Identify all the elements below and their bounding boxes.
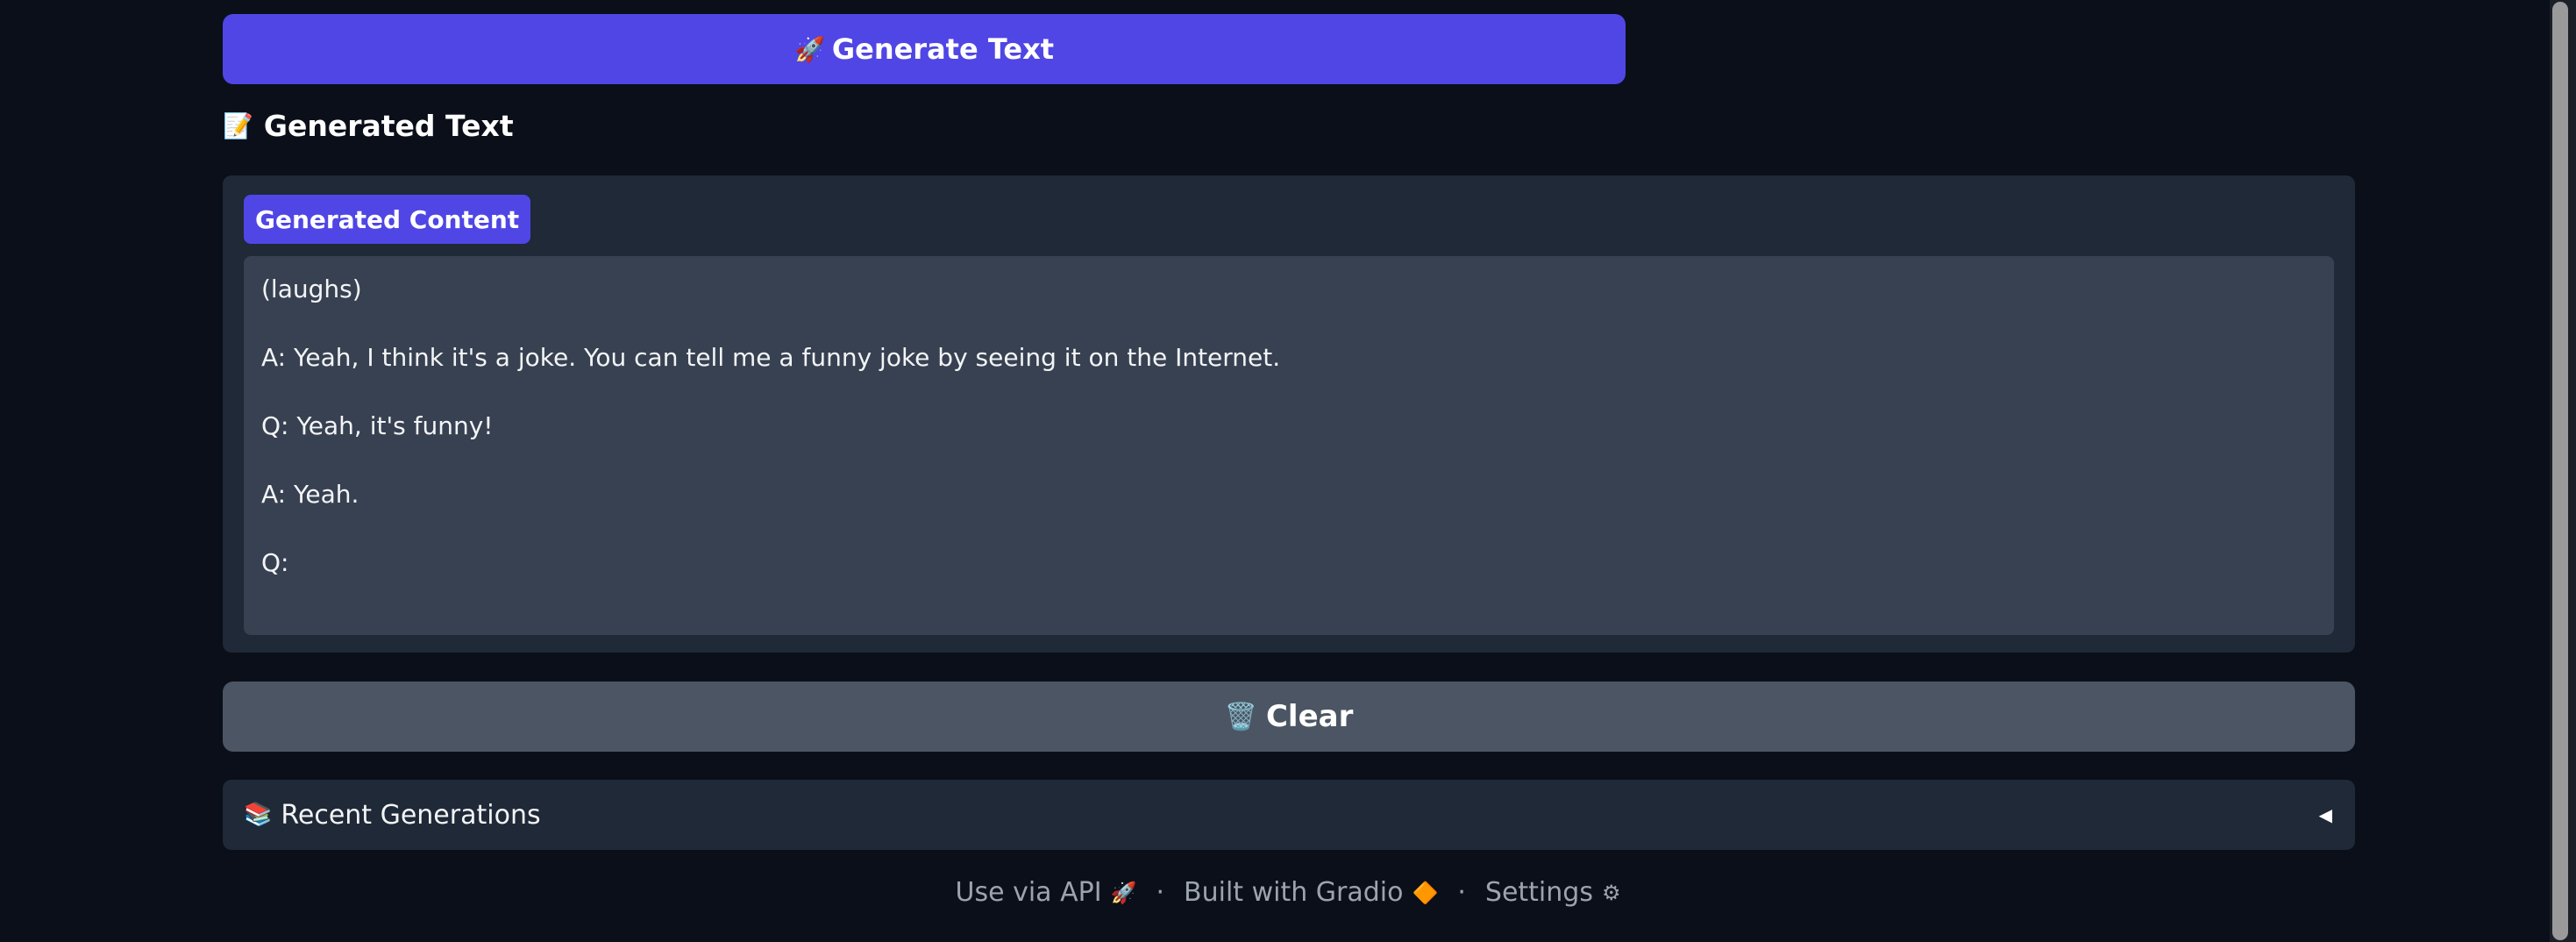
built-with-gradio-link[interactable]: Built with Gradio 🔶 [1184, 877, 1438, 908]
generate-text-label: Generate Text [831, 32, 1055, 66]
textbox-line [261, 511, 2316, 546]
clear-label: Clear [1265, 699, 1354, 734]
built-with-gradio-label: Built with Gradio [1184, 877, 1404, 908]
textbox-line: A: Yeah. [261, 480, 359, 509]
clear-button[interactable]: 🗑️ Clear [223, 682, 2355, 752]
rocket-icon: 🚀 [1110, 880, 1137, 905]
use-via-api-label: Use via API [955, 877, 1102, 908]
generated-text-title: Generated Text [263, 109, 514, 143]
wastebasket-icon: 🗑️ [1224, 701, 1257, 732]
generated-text-heading: 📝 Generated Text [223, 109, 514, 143]
recent-generations-accordion[interactable]: 📚 Recent Generations ◀ [223, 780, 2355, 850]
vertical-scrollbar[interactable] [2550, 0, 2576, 942]
textbox-line [261, 306, 2316, 340]
textbox-line: A: Yeah, I think it's a joke. You can te… [261, 343, 1281, 372]
scrollbar-thumb[interactable] [2552, 2, 2568, 940]
use-via-api-link[interactable]: Use via API 🚀 [956, 877, 1137, 908]
app-page: 🚀 Generate Text 📝 Generated Text Generat… [0, 0, 2576, 942]
settings-label: Settings [1484, 877, 1593, 908]
footer: Use via API 🚀 · Built with Gradio 🔶 · Se… [0, 877, 2576, 908]
settings-link[interactable]: Settings ⚙ [1485, 877, 1621, 908]
caret-left-icon: ◀ [2318, 804, 2332, 825]
recent-generations-label: Recent Generations [281, 799, 541, 831]
textbox-line [261, 443, 2316, 477]
gradio-logo-icon: 🔶 [1412, 880, 1439, 905]
textbox-line [261, 375, 2316, 409]
books-icon: 📚 [244, 802, 273, 828]
footer-separator: · [1457, 877, 1466, 908]
memo-icon: 📝 [223, 111, 253, 140]
generated-content-label: Generated Content [244, 195, 531, 244]
textbox-line: Q: Yeah, it's funny! [261, 411, 494, 440]
rocket-icon: 🚀 [793, 34, 825, 64]
textbox-line: (laughs) [261, 275, 362, 303]
gear-icon: ⚙ [1601, 880, 1621, 905]
generate-text-button[interactable]: 🚀 Generate Text [223, 14, 1626, 84]
generated-content-textbox[interactable]: (laughs) A: Yeah, I think it's a joke. Y… [244, 256, 2334, 635]
footer-separator: · [1156, 877, 1165, 908]
generated-content-panel: Generated Content (laughs) A: Yeah, I th… [223, 175, 2355, 653]
textbox-line: Q: [261, 548, 289, 577]
